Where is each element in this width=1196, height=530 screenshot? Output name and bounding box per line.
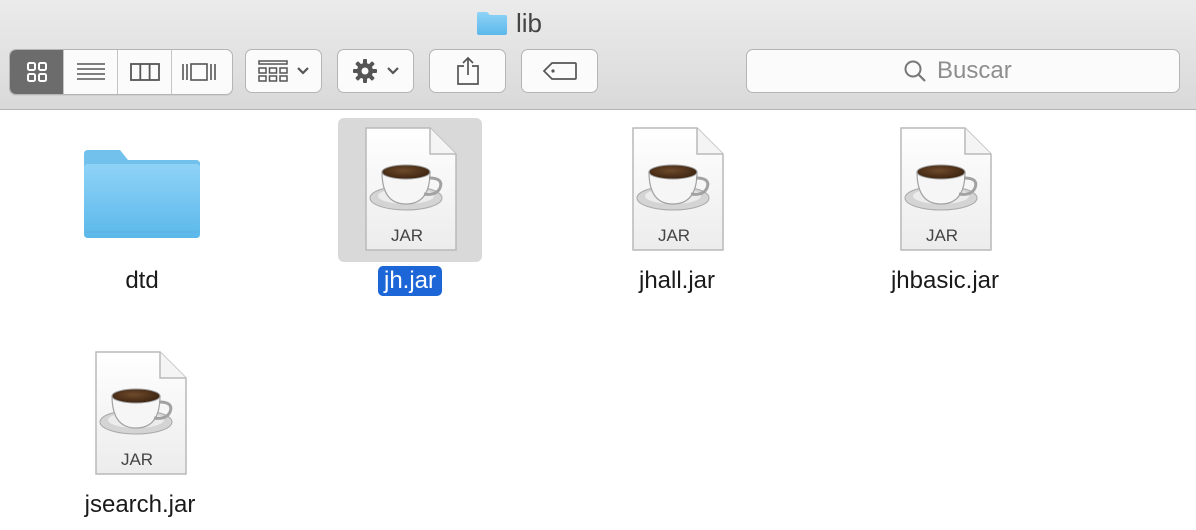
file-name: dtd (125, 267, 159, 294)
file-item-jh-jar[interactable]: JAR jh.jar (310, 118, 510, 296)
gear-icon (352, 59, 377, 83)
file-item-jhbasic-jar[interactable]: JAR jhbasic.jar (845, 118, 1045, 296)
search-field[interactable] (746, 49, 1180, 93)
file-name: jh.jar (377, 266, 443, 296)
toolbar: lib (0, 0, 1196, 110)
view-mode-control (9, 49, 233, 95)
file-browser-content: dtd JAR jh.jar JAR jhall.jar JAR jhbasic… (0, 110, 1196, 530)
tags-button[interactable] (521, 49, 598, 93)
window-title-text: lib (515, 8, 542, 38)
icon-container (70, 118, 214, 262)
jar-badge: JAR (121, 450, 153, 469)
file-name: jhbasic.jar (890, 267, 1000, 294)
icon-view-icon (26, 62, 47, 82)
share-button[interactable] (429, 49, 506, 93)
java-jar-icon: JAR (627, 126, 727, 254)
file-item-jsearch-jar[interactable]: JAR jsearch.jar (40, 342, 240, 520)
file-item-dtd[interactable]: dtd (42, 118, 242, 296)
share-icon (456, 56, 479, 85)
file-item-jhall-jar[interactable]: JAR jhall.jar (577, 118, 777, 296)
file-name: jhall.jar (638, 267, 716, 294)
search-icon (904, 60, 926, 82)
window-title: lib (0, 8, 1196, 38)
icon-container: JAR (68, 342, 212, 486)
cover-flow-icon (182, 63, 216, 81)
jar-badge: JAR (658, 226, 690, 245)
column-view-button[interactable] (118, 50, 172, 94)
java-jar-icon: JAR (360, 126, 460, 254)
action-button[interactable] (337, 49, 414, 93)
icon-view-button[interactable] (10, 50, 64, 94)
file-name: jsearch.jar (84, 491, 196, 518)
java-jar-icon: JAR (895, 126, 995, 254)
java-jar-icon: JAR (90, 350, 190, 478)
folder-icon (476, 12, 507, 35)
jar-badge: JAR (391, 226, 423, 245)
icon-container: JAR (873, 118, 1017, 262)
arrange-button[interactable] (245, 49, 322, 93)
list-view-button[interactable] (64, 50, 118, 94)
cover-flow-view-button[interactable] (172, 50, 226, 94)
jar-badge: JAR (926, 226, 958, 245)
column-view-icon (129, 63, 160, 81)
arrange-grid-icon (257, 60, 288, 82)
icon-container: JAR (338, 118, 482, 262)
chevron-down-icon (296, 67, 309, 75)
search-input[interactable] (937, 57, 1023, 85)
list-view-icon (76, 63, 105, 80)
chevron-down-icon (386, 67, 399, 75)
tag-icon (542, 62, 577, 80)
folder-icon (84, 150, 200, 238)
icon-container: JAR (605, 118, 749, 262)
